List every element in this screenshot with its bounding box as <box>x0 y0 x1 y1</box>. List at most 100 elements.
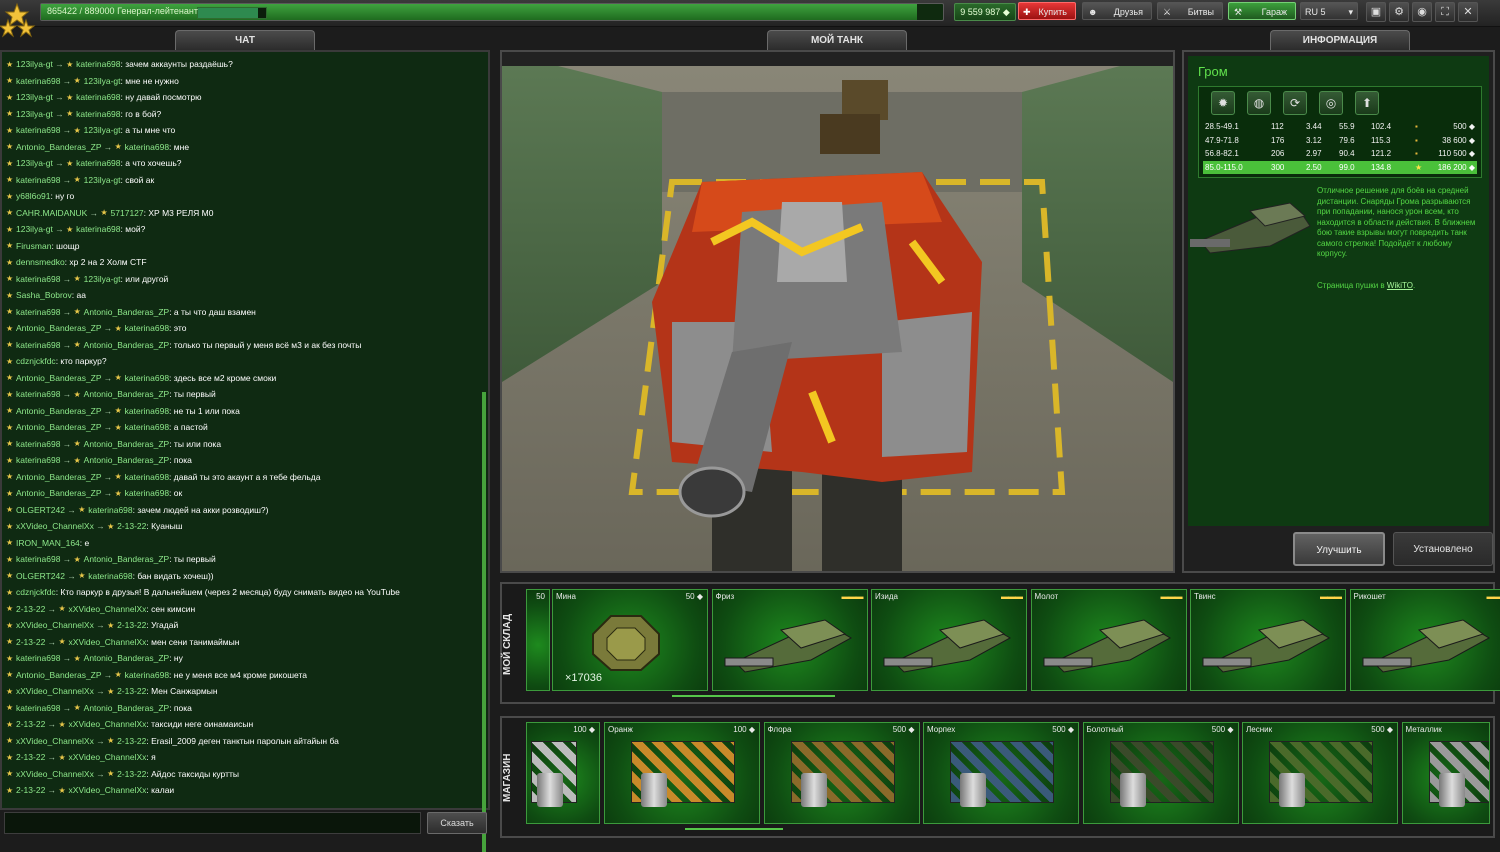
chat-sender[interactable]: katerina698 <box>16 340 60 350</box>
chat-recipient[interactable]: katerina698 <box>76 224 120 234</box>
chat-sender[interactable]: 123ilya-gt <box>16 158 53 168</box>
chat-sender[interactable]: Sasha_Bobrov <box>16 290 72 300</box>
sound-icon[interactable]: ◉ <box>1412 2 1432 22</box>
chat-sender[interactable]: OLGERT242 <box>16 571 65 581</box>
chat-recipient[interactable]: katerina698 <box>125 323 169 333</box>
chat-recipient[interactable]: 123ilya-gt <box>84 175 121 185</box>
chat-recipient[interactable]: katerina698 <box>125 406 169 416</box>
chat-recipient[interactable]: Antonio_Banderas_ZP <box>84 653 170 663</box>
chat-sender[interactable]: dennsmedko <box>16 257 65 267</box>
chat-sender[interactable]: Antonio_Banderas_ZP <box>16 670 101 680</box>
tab-info[interactable]: ИНФОРМАЦИЯ <box>1270 30 1410 51</box>
chat-sender[interactable]: 2-13-22 <box>16 785 45 795</box>
chat-sender[interactable]: katerina698 <box>16 554 60 564</box>
chat-recipient[interactable]: katerina698 <box>76 109 120 119</box>
chat-sender[interactable]: cdznjckfdc <box>16 356 56 366</box>
warehouse-card[interactable]: Мина50 ◆×17036 <box>552 589 708 691</box>
chat-recipient[interactable]: 123ilya-gt <box>84 76 121 86</box>
chat-sender[interactable]: Antonio_Banderas_ZP <box>16 406 101 416</box>
chat-sender[interactable]: IRON_MAN_164 <box>16 538 80 548</box>
shop-card[interactable]: Болотный500 ◆ <box>1083 722 1239 824</box>
chat-recipient[interactable]: Antonio_Banderas_ZP <box>84 455 170 465</box>
shop-card[interactable]: 100 ◆ <box>526 722 600 824</box>
close-icon[interactable]: ✕ <box>1458 2 1478 22</box>
friends-button[interactable]: ☻ Друзья <box>1082 2 1152 20</box>
chat-recipient[interactable]: Antonio_Banderas_ZP <box>84 340 170 350</box>
stat-row[interactable]: 56.8-82.12062.9790.4121.2▪110 500 ◆ <box>1203 147 1477 160</box>
warehouse-card[interactable]: Молот▬▬▬ <box>1031 589 1187 691</box>
chat-recipient[interactable]: xXVideo_ChannelXx <box>69 752 147 762</box>
chat-recipient[interactable]: 2-13-22 <box>117 521 146 531</box>
chat-recipient[interactable]: 2-13-22 <box>117 620 146 630</box>
warehouse-scrollbar[interactable] <box>672 695 835 697</box>
chat-sender[interactable]: y68l6o91 <box>16 191 51 201</box>
chat-sender[interactable]: 123ilya-gt <box>16 92 53 102</box>
tab-chat[interactable]: ЧАТ <box>175 30 315 51</box>
chat-recipient[interactable]: katerina698 <box>76 92 120 102</box>
chat-sender[interactable]: Antonio_Banderas_ZP <box>16 142 101 152</box>
chat-sender[interactable]: katerina698 <box>16 703 60 713</box>
chat-recipient[interactable]: katerina698 <box>88 571 132 581</box>
chat-recipient[interactable]: katerina698 <box>125 488 169 498</box>
chat-recipient[interactable]: katerina698 <box>76 158 120 168</box>
chat-sender[interactable]: 2-13-22 <box>16 752 45 762</box>
shop-card[interactable]: Лесник500 ◆ <box>1242 722 1398 824</box>
chat-sender[interactable]: Antonio_Banderas_ZP <box>16 472 101 482</box>
chat-sender[interactable]: Antonio_Banderas_ZP <box>16 323 101 333</box>
installed-button[interactable]: Установлено <box>1393 532 1493 566</box>
chat-recipient[interactable]: Antonio_Banderas_ZP <box>84 307 170 317</box>
tab-my-tank[interactable]: МОЙ ТАНК <box>767 30 907 51</box>
chat-sender[interactable]: CAHR.MAIDANUK <box>16 208 87 218</box>
chat-sender[interactable]: xXVideo_ChannelXx <box>16 736 94 746</box>
stat-row[interactable]: 28.5-49.11123.4455.9102.4▪500 ◆ <box>1203 120 1477 133</box>
chat-sender[interactable]: 123ilya-gt <box>16 109 53 119</box>
server-select[interactable]: RU 5 ▾ <box>1300 2 1358 20</box>
say-button[interactable]: Сказать <box>427 812 487 834</box>
battles-button[interactable]: ⚔ Битвы <box>1157 2 1223 20</box>
chat-recipient[interactable]: xXVideo_ChannelXx <box>69 637 147 647</box>
garage-button[interactable]: ⚒ Гараж <box>1228 2 1296 20</box>
chat-recipient[interactable]: 2-13-22 <box>117 769 146 779</box>
chat-sender[interactable]: xXVideo_ChannelXx <box>16 620 94 630</box>
chat-sender[interactable]: 2-13-22 <box>16 719 45 729</box>
chat-sender[interactable]: xXVideo_ChannelXx <box>16 769 94 779</box>
chat-sender[interactable]: Antonio_Banderas_ZP <box>16 373 101 383</box>
chat-scrollbar[interactable] <box>482 392 486 852</box>
chat-recipient[interactable]: Antonio_Banderas_ZP <box>84 439 170 449</box>
chat-sender[interactable]: Antonio_Banderas_ZP <box>16 422 101 432</box>
warehouse-card[interactable]: Рикошет▬▬ <box>1350 589 1500 691</box>
chat-recipient[interactable]: katerina698 <box>125 373 169 383</box>
chat-sender[interactable]: 123ilya-gt <box>16 59 53 69</box>
wiki-link[interactable]: WikiTO <box>1387 281 1413 290</box>
chat-recipient[interactable]: Antonio_Banderas_ZP <box>84 554 170 564</box>
improve-button[interactable]: Улучшить <box>1293 532 1385 566</box>
chat-sender[interactable]: katerina698 <box>16 439 60 449</box>
chat-sender[interactable]: OLGERT242 <box>16 505 65 515</box>
chat-recipient[interactable]: 5717127 <box>111 208 144 218</box>
chat-recipient[interactable]: xXVideo_ChannelXx <box>69 719 147 729</box>
chat-sender[interactable]: katerina698 <box>16 76 60 86</box>
chat-recipient[interactable]: katerina698 <box>125 142 169 152</box>
chat-recipient[interactable]: xXVideo_ChannelXx <box>69 785 147 795</box>
chat-recipient[interactable]: 123ilya-gt <box>84 125 121 135</box>
warehouse-card-partial[interactable]: 50 <box>526 589 550 691</box>
shop-card[interactable]: Морпех500 ◆ <box>923 722 1079 824</box>
chat-recipient[interactable]: katerina698 <box>125 670 169 680</box>
chat-recipient[interactable]: katerina698 <box>125 472 169 482</box>
chat-recipient[interactable]: katerina698 <box>76 59 120 69</box>
shop-scrollbar[interactable] <box>685 828 783 830</box>
chat-input[interactable] <box>4 812 421 834</box>
chat-sender[interactable]: katerina698 <box>16 389 60 399</box>
chat-sender[interactable]: xXVideo_ChannelXx <box>16 686 94 696</box>
gear-icon[interactable]: ⚙ <box>1389 2 1409 22</box>
chat-recipient[interactable]: xXVideo_ChannelXx <box>69 604 147 614</box>
chat-sender[interactable]: Firusman <box>16 241 51 251</box>
chat-sender[interactable]: katerina698 <box>16 175 60 185</box>
chat-recipient[interactable]: Antonio_Banderas_ZP <box>84 389 170 399</box>
shop-card[interactable]: Оранж100 ◆ <box>604 722 760 824</box>
tank-icon[interactable]: ▣ <box>1366 2 1386 22</box>
warehouse-card[interactable]: Фриз▬▬▬ <box>712 589 868 691</box>
chat-sender[interactable]: cdznjckfdc <box>16 587 56 597</box>
chat-recipient[interactable]: Antonio_Banderas_ZP <box>84 703 170 713</box>
chat-sender[interactable]: 2-13-22 <box>16 637 45 647</box>
